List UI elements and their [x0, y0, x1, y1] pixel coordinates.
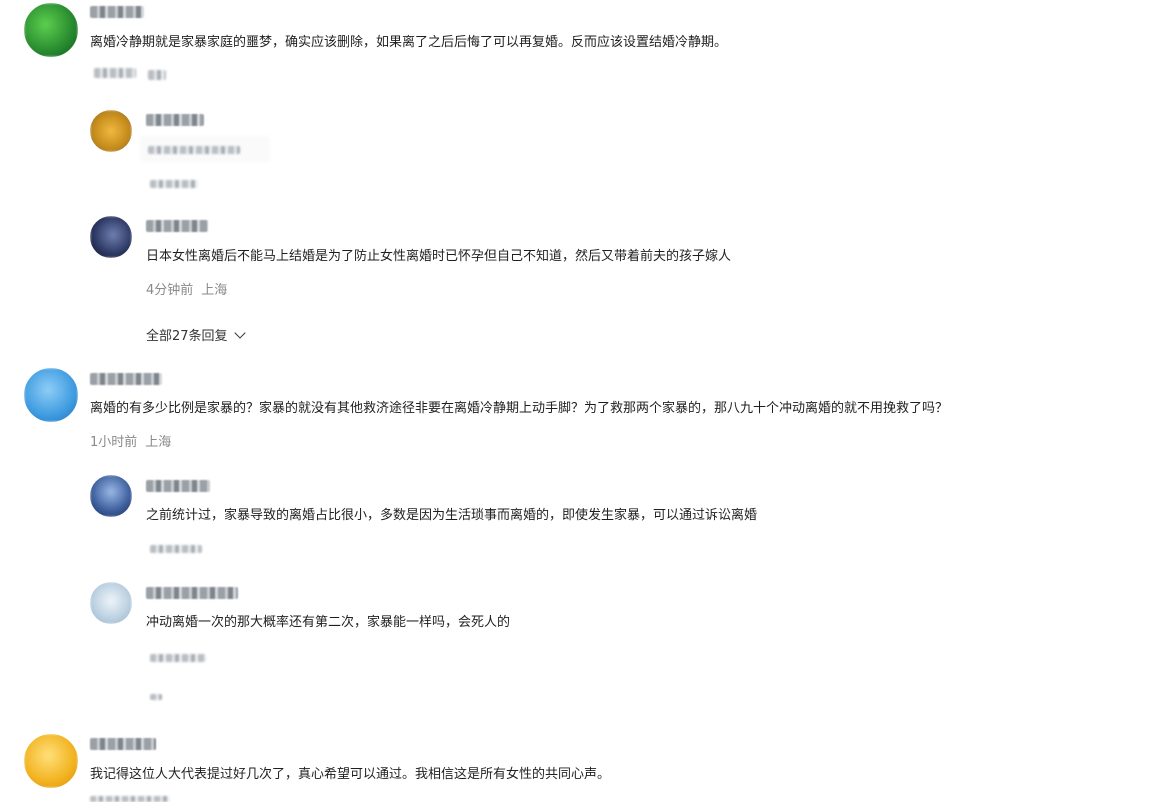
- comment-meta-blurred: [90, 796, 170, 802]
- reply-text: 冲动离婚一次的那大概率还有第二次，家暴能一样吗，会死人的: [146, 615, 511, 630]
- username-blurred[interactable]: [90, 6, 144, 18]
- username-blurred[interactable]: [146, 480, 210, 492]
- username-blurred[interactable]: [146, 220, 208, 232]
- comment-meta-blurred: [148, 70, 166, 80]
- reply-meta-blurred: [150, 545, 202, 553]
- username-blurred[interactable]: [90, 373, 162, 385]
- expand-replies-label: 全部27条回复: [146, 329, 228, 344]
- reply-text: 之前统计过，家暴导致的离婚占比很小，多数是因为生活琐事而离婚的，即使发生家暴，可…: [146, 508, 758, 523]
- avatar[interactable]: [24, 734, 78, 788]
- reply-time: 4分钟前: [146, 283, 194, 298]
- comment-time: 1小时前: [90, 435, 138, 450]
- avatar[interactable]: [90, 475, 132, 517]
- avatar[interactable]: [90, 216, 132, 258]
- avatar[interactable]: [90, 110, 132, 152]
- reply-text-blurred: [148, 146, 240, 154]
- username-blurred[interactable]: [146, 587, 238, 599]
- comment-text: 离婚冷静期就是家暴家庭的噩梦，确实应该删除，如果离了之后后悔了可以再复婚。反而应…: [90, 35, 728, 50]
- expand-replies-button[interactable]: 全部27条回复: [146, 325, 246, 344]
- comment-location: 上海: [145, 435, 172, 450]
- avatar[interactable]: [24, 368, 78, 422]
- reply-location: 上海: [201, 283, 228, 298]
- avatar[interactable]: [24, 3, 78, 57]
- comment-meta-blurred: [94, 68, 136, 78]
- username-blurred[interactable]: [90, 738, 156, 750]
- avatar[interactable]: [90, 582, 132, 624]
- comment-text: 我记得这位人大代表提过好几次了，真心希望可以通过。我相信这是所有女性的共同心声。: [90, 767, 611, 782]
- reply-meta-blurred: [150, 654, 206, 662]
- reply-text: 日本女性离婚后不能马上结婚是为了防止女性离婚时已怀孕但自己不知道，然后又带着前夫…: [146, 249, 732, 264]
- comment-text: 离婚的有多少比例是家暴的？家暴的就没有其他救济途径非要在离婚冷静期上动手脚？为了…: [90, 401, 949, 416]
- username-blurred[interactable]: [146, 114, 204, 126]
- chevron-down-icon: [233, 327, 246, 339]
- reply-meta: 4分钟前 上海: [146, 279, 235, 298]
- reply-meta-blurred: [150, 180, 198, 188]
- comment-meta: 1小时前 上海: [90, 431, 179, 450]
- reply-meta-blurred: [150, 694, 162, 700]
